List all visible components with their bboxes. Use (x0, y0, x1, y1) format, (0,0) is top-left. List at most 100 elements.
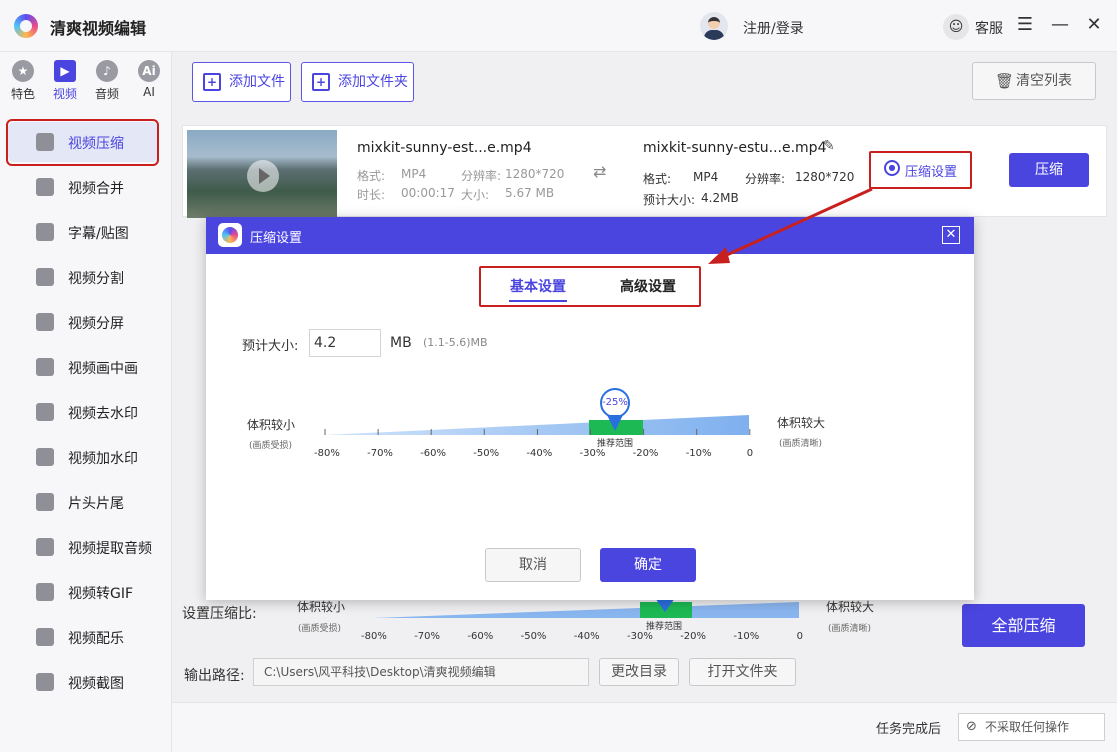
category-video[interactable]: ▶ 视频 (47, 60, 83, 102)
source-file-name: mixkit-sunny-est...e.mp4 (357, 140, 532, 156)
category-featured[interactable]: ★ 特色 (5, 60, 41, 102)
size-label: 大小: (461, 188, 490, 202)
add-watermark-icon (36, 448, 54, 466)
bottom-large-label: 体积较大 (826, 600, 875, 614)
compression-slider-track[interactable] (324, 413, 751, 437)
clear-list-button[interactable]: 🗑 清空列表 (972, 62, 1096, 100)
bottom-tick-label: -30% (627, 631, 653, 642)
sidebar-item-11[interactable]: 视频转GIF (8, 572, 158, 612)
category-label: 视频 (52, 87, 77, 101)
size-range: (1.1-5.6)MB (423, 336, 488, 349)
gif-icon (36, 583, 54, 601)
cancel-button[interactable]: 取消 (485, 548, 581, 582)
source-duration: 00:00:17 (401, 186, 455, 200)
login-link[interactable]: 注册/登录 (743, 18, 804, 38)
output-resolution: 1280*720 (795, 170, 855, 184)
dialog-title: 压缩设置 (250, 231, 303, 246)
bottom-small-label: 体积较小 (297, 600, 346, 614)
sidebar-item-10[interactable]: 视频提取音频 (8, 527, 158, 567)
sidebar-item-2[interactable]: 视频合并 (8, 167, 158, 207)
after-task-select[interactable]: ⊘ 不采取任何操作 (958, 713, 1105, 741)
merge-icon (36, 178, 54, 196)
format-label: 格式: (357, 169, 386, 183)
tab-basic[interactable]: 基本设置 (510, 276, 566, 296)
tab-advanced[interactable]: 高级设置 (620, 276, 676, 296)
add-folder-label: 添加文件夹 (338, 74, 408, 90)
slider-tick-label: -10% (685, 448, 712, 459)
add-file-button[interactable]: + 添加文件 (192, 62, 291, 102)
music-icon: ♪ (96, 60, 118, 82)
output-path-field[interactable]: C:\Users\风平科技\Desktop\清爽视频编辑 (253, 658, 589, 686)
large-size-sub: (画质清晰) (779, 439, 823, 449)
small-size-sub: (画质受损) (249, 441, 293, 451)
play-icon[interactable] (247, 160, 279, 192)
slider-tick-label: -20% (632, 448, 659, 459)
bottom-tick-label: -60% (467, 631, 494, 642)
output-path-label: 输出路径: (184, 668, 245, 684)
subtitle-icon (36, 223, 54, 241)
customer-service-icon[interactable]: ☺ (943, 14, 969, 40)
dialog-close-icon[interactable]: ✕ (942, 226, 960, 244)
category-audio[interactable]: ♪ 音频 (89, 60, 125, 102)
est-size-label: 预计大小: (242, 339, 299, 354)
bottom-slider-track[interactable] (373, 598, 799, 620)
sidebar-item-12[interactable]: 视频配乐 (8, 617, 158, 657)
intro-outro-icon (36, 493, 54, 511)
category-label: 音频 (94, 87, 119, 101)
music-icon (36, 628, 54, 646)
settings-icon: ● (884, 160, 900, 176)
slider-tick-label: -60% (420, 448, 447, 459)
confirm-button[interactable]: 确定 (600, 548, 696, 582)
app-title: 清爽视频编辑 (50, 19, 147, 38)
sidebar-item-label: 视频配乐 (68, 631, 124, 647)
compress-button[interactable]: 压缩 (1009, 153, 1089, 187)
slider-handle-pin[interactable]: -25% (600, 388, 630, 418)
pip-icon (36, 358, 54, 376)
bottom-tick-label: -20% (680, 631, 707, 642)
extract-audio-icon (36, 538, 54, 556)
close-icon[interactable]: ✕ (1082, 12, 1106, 38)
sidebar-item-5[interactable]: 视频分屏 (8, 302, 158, 342)
menu-icon[interactable]: ☰ (1013, 12, 1037, 38)
sidebar-item-3[interactable]: 字幕/贴图 (8, 212, 158, 252)
open-folder-button[interactable]: 打开文件夹 (689, 658, 796, 686)
est-size-label: 预计大小: (643, 193, 696, 207)
sidebar-item-7[interactable]: 视频去水印 (8, 392, 158, 432)
slider-tick-label: -70% (367, 448, 393, 459)
slider-tick-label: 0 (746, 448, 754, 459)
add-folder-button[interactable]: + 添加文件夹 (301, 62, 414, 102)
est-size-input[interactable]: 4.2 (309, 329, 381, 357)
ai-icon: Ai (138, 60, 160, 82)
after-task-label: 任务完成后 (876, 722, 942, 737)
file-item[interactable]: mixkit-sunny-est...e.mp4 格式: MP4 分辨率: 12… (182, 125, 1107, 218)
change-dir-button[interactable]: 更改目录 (599, 658, 679, 686)
after-task-value: 不采取任何操作 (985, 720, 1070, 734)
sidebar-item-13[interactable]: 视频截图 (8, 662, 158, 702)
sidebar-item-label: 字幕/贴图 (68, 226, 129, 242)
source-size: 5.67 MB (505, 186, 555, 200)
out-format-label: 格式: (643, 172, 672, 186)
user-avatar[interactable] (700, 12, 728, 40)
bottom-tick-label: -10% (733, 631, 760, 642)
ratio-label: 设置压缩比: (182, 606, 257, 622)
customer-service-link[interactable]: 客服 (975, 18, 1003, 38)
edit-name-icon[interactable]: ✎ (823, 138, 835, 154)
star-icon: ★ (12, 60, 34, 82)
sidebar-item-label: 视频加水印 (68, 451, 138, 467)
bottom-large-sub: (画质清晰) (828, 624, 872, 634)
category-ai[interactable]: Ai AI (131, 60, 167, 99)
sidebar-item-label: 视频截图 (68, 676, 124, 692)
minimize-icon[interactable]: — (1048, 12, 1072, 38)
compress-settings-label: 压缩设置 (905, 165, 958, 180)
compress-settings-button[interactable]: ● 压缩设置 (869, 151, 972, 189)
no-action-icon: ⊘ (966, 719, 977, 734)
sidebar-item-9[interactable]: 片头片尾 (8, 482, 158, 522)
app-logo-icon (14, 14, 38, 38)
sidebar-item-8[interactable]: 视频加水印 (8, 437, 158, 477)
sidebar-item-6[interactable]: 视频画中画 (8, 347, 158, 387)
compress-all-button[interactable]: 全部压缩 (962, 604, 1085, 647)
slider-handle-pointer[interactable] (604, 415, 626, 433)
sidebar-item-4[interactable]: 视频分割 (8, 257, 158, 297)
slider-tick-label: -80% (314, 448, 340, 459)
title-bar: 清爽视频编辑 注册/登录 ☺ 客服 ☰ — ✕ (0, 0, 1117, 52)
